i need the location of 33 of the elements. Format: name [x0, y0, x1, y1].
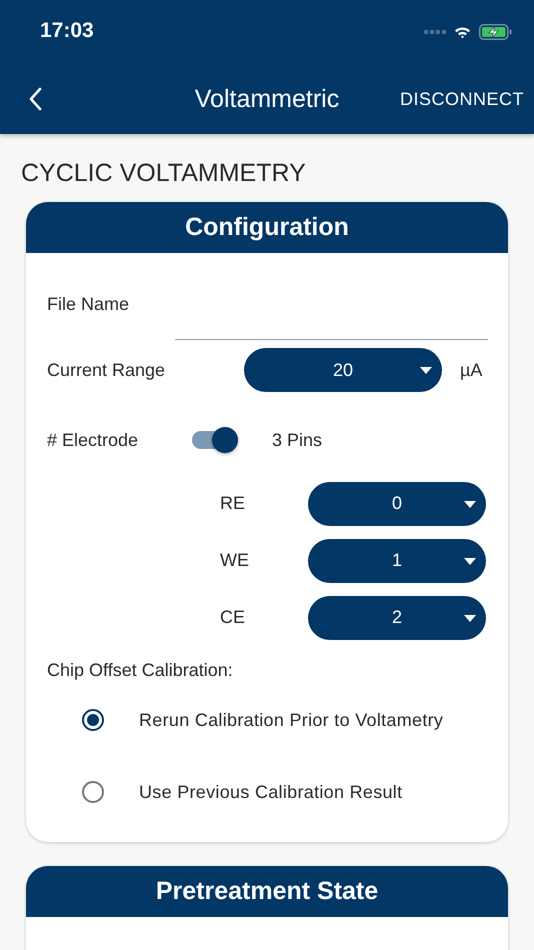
dropdown[interactable]: 2	[308, 596, 486, 640]
pin-label: CE	[220, 607, 246, 628]
signal-icon	[424, 29, 446, 35]
pin-label: RE	[220, 493, 246, 514]
dropdown-caret-icon	[464, 614, 476, 622]
battery-charging-icon	[479, 24, 512, 40]
calibration-label: Chip Offset Calibration:	[47, 660, 234, 682]
back-chevron-icon	[28, 87, 42, 111]
field-label: File Name	[47, 294, 130, 315]
dropdown[interactable]: 1	[308, 538, 486, 582]
radio-button[interactable]	[82, 709, 104, 731]
card-header: Configuration	[26, 202, 508, 253]
status-time: 17:03	[40, 19, 94, 43]
toggle-switch[interactable]	[192, 427, 238, 453]
option-label: Use Previous Calibration Result	[139, 782, 402, 802]
back-button[interactable]	[28, 87, 42, 111]
dropdown-caret-icon	[420, 367, 432, 374]
dropdown[interactable]: 20	[244, 348, 442, 392]
option-label: Rerun Calibration Prior to Voltametry	[139, 710, 444, 730]
wifi-icon	[454, 26, 471, 38]
dropdown-caret-icon	[464, 500, 476, 508]
pins-value: 3 Pins	[272, 430, 322, 450]
field-label: # Electrode	[47, 430, 140, 450]
disconnect-button[interactable]: DISCONNECT	[400, 88, 524, 110]
unit-label: µA	[460, 360, 482, 380]
dropdown[interactable]: 0	[308, 482, 486, 526]
pin-label: WE	[220, 550, 250, 571]
nav-title: Voltammetric	[194, 84, 340, 114]
radio-button[interactable]	[82, 781, 104, 803]
field-label: Current Range	[47, 360, 166, 380]
section-title: CYCLIC VOLTAMMETRY	[21, 158, 307, 189]
dropdown-caret-icon	[464, 558, 476, 564]
card-header: Pretreatment State	[26, 866, 508, 917]
